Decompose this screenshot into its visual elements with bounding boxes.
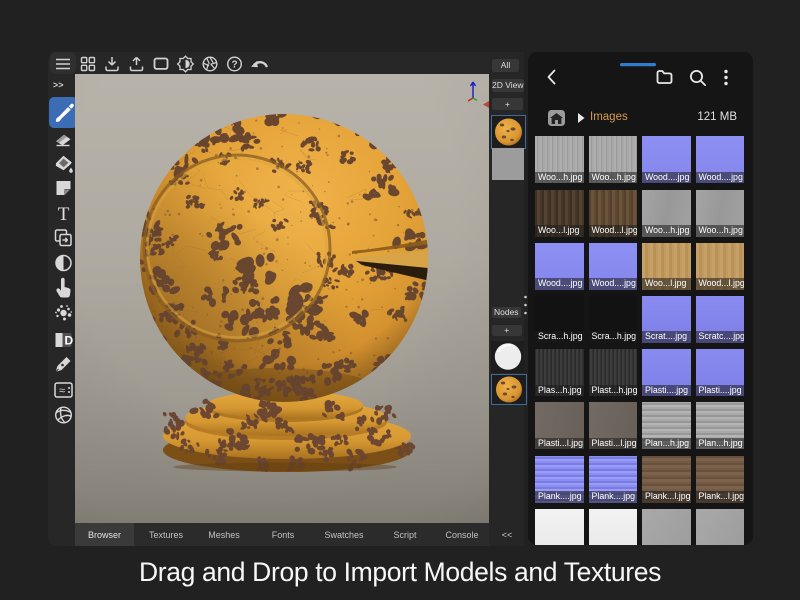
svg-text:T: T — [58, 204, 70, 225]
svg-text:?: ? — [231, 60, 237, 71]
svg-text:≈: ≈ — [59, 385, 65, 397]
svg-text:D: D — [65, 334, 74, 348]
